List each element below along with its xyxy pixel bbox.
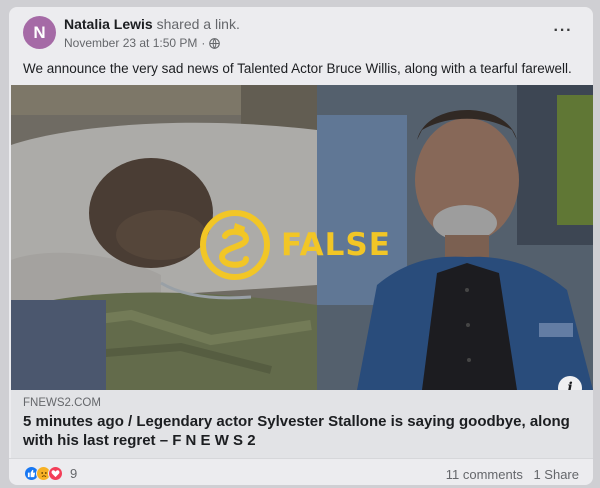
reaction-count[interactable]: 9 (70, 466, 77, 481)
post-timestamp[interactable]: November 23 at 1:50 PM (64, 36, 197, 50)
engagement-stats: 11 comments 1 Share (446, 467, 579, 482)
false-rating-badge: FALSE (199, 207, 409, 283)
post-header: N Natalia Lewis shared a link. November … (9, 7, 593, 57)
avatar[interactable]: N (23, 16, 56, 49)
post-meta: November 23 at 1:50 PM · (64, 36, 221, 50)
author-line: Natalia Lewis shared a link. (64, 16, 240, 32)
shares-count[interactable]: 1 Share (533, 467, 579, 482)
post-text: We announce the very sad news of Talente… (23, 61, 572, 76)
meta-separator: · (201, 36, 206, 50)
globe-icon[interactable] (209, 37, 221, 49)
more-options-icon[interactable]: ··· (549, 21, 577, 41)
post-card: N Natalia Lewis shared a link. November … (9, 7, 593, 485)
link-headline[interactable]: 5 minutes ago / Legendary actor Sylveste… (23, 412, 583, 450)
fact-check-logo-icon (200, 210, 270, 280)
comments-count[interactable]: 11 comments (446, 467, 523, 482)
post-footer: 9 11 comments 1 Share (9, 458, 593, 485)
link-domain: FNEWS2.COM (23, 397, 101, 409)
link-preview[interactable]: FNEWS2.COM 5 minutes ago / Legendary act… (11, 390, 593, 458)
love-icon (48, 466, 63, 481)
post-action: shared a link. (156, 16, 240, 32)
link-preview-image[interactable]: FALSE i (11, 85, 593, 390)
verdict-label: FALSE (281, 227, 391, 263)
reactions-summary[interactable]: 9 (24, 466, 77, 481)
author-name[interactable]: Natalia Lewis (64, 16, 153, 32)
